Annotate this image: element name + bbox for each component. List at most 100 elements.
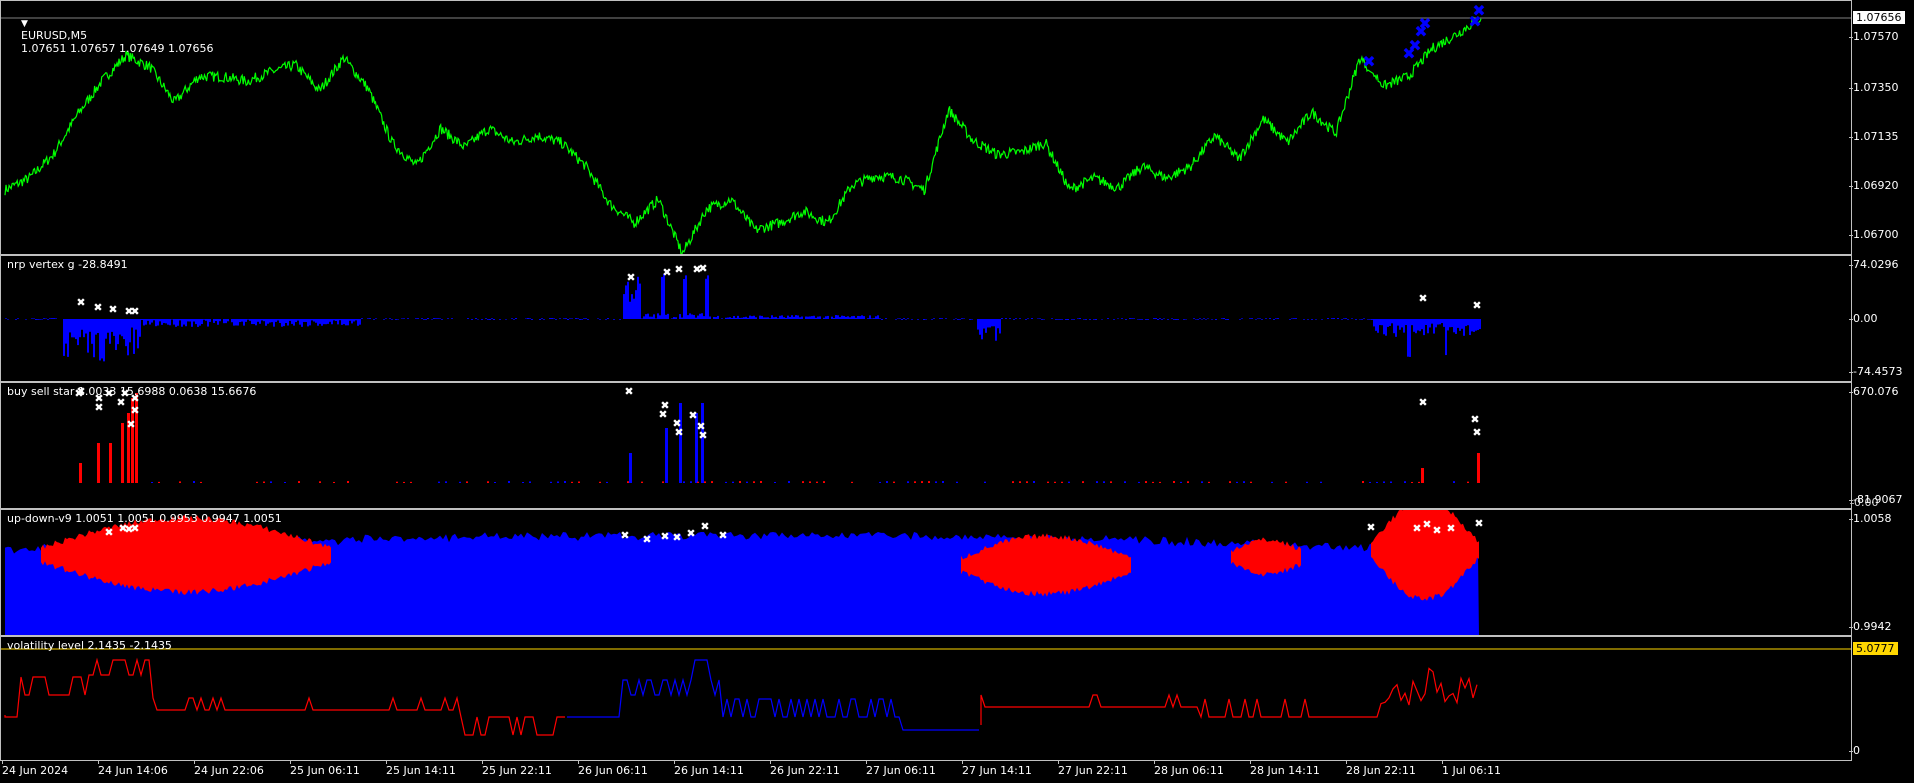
price-tick: 1.07570 [1849,30,1899,43]
histogram-bar [1413,319,1415,332]
small-bar [557,481,559,483]
histogram-bar [907,318,909,319]
histogram-bar [87,319,89,353]
histogram-bar [1381,319,1383,326]
histogram-bar [385,318,387,319]
histogram-bar [1255,319,1257,320]
white-cross-marker: ✖ [624,385,633,398]
histogram-bar [1373,319,1375,327]
white-cross-marker: ✖ [660,530,669,543]
buy-sell-star-histogram: ✖✖✖✖ ✖✖✖✖✖✖✖✖✖✖✖✖✖✖✖✖✖ [74,385,1482,483]
histogram-bar [713,316,715,319]
histogram-bar [243,319,245,326]
histogram-bar [35,319,37,320]
histogram-bar [993,319,995,327]
histogram-bar [361,318,363,319]
histogram-bar [725,317,727,319]
histogram-bar [717,315,719,319]
histogram-bar [763,317,765,319]
histogram-bar [37,319,39,320]
volatility-red-line [4,657,565,736]
histogram-bar [195,319,197,325]
white-cross-marker: ✖ [1472,299,1481,312]
histogram-bar [991,319,993,327]
histogram-bar [441,319,443,320]
small-bar [886,481,888,483]
histogram-bar [1389,319,1391,326]
histogram-bar [671,318,673,319]
histogram-bar [15,319,17,320]
histogram-bar [1379,319,1381,326]
up-down-v9-pane[interactable]: ✖ ✖ ✖ ✖ ✖ ✖ ✖ ✖ ✖ ✖ ✖ ✖ ✖ ✖ ✖ ✖ ✖ up-down-v9 1.0051 1.00… [0,509,1852,636]
main-chart-pane[interactable]: ✖ ✖ ✖ ✖ ✖ ✖ ✖ ▼ EURUSD,M5 1.07651 1.07657 1.07… [0,0,1852,255]
volatility-level-pane[interactable]: volatility level 2.1435 -2.1435 [0,636,1852,761]
histogram-bar [837,315,839,319]
histogram-bar [685,275,687,319]
histogram-bar [955,318,957,319]
histogram-bar [265,319,267,326]
histogram-bar [1457,319,1459,328]
histogram-bar [1421,319,1423,330]
small-bar [1033,481,1035,483]
small-bar [641,481,643,483]
histogram-bar [1037,318,1039,319]
histogram-bar [659,315,661,319]
small-bar [599,481,601,483]
histogram-bar [293,319,295,326]
nrp-vertex-pane[interactable]: ✖ ✖ ✖ ✖ ✖ ✖ ✖ ✖ ✖ ✖ ✖ ✖ nrp vertex g -28.8491 [0,255,1852,382]
volatility-red-line [980,667,1478,725]
histogram-bar [133,319,135,354]
histogram-bar [1207,318,1209,319]
histogram-bar [1013,319,1015,320]
histogram-bar [395,319,397,320]
histogram-bar [137,319,139,349]
histogram-bar [127,319,129,356]
histogram-bar [1435,319,1437,328]
histogram-bar [869,315,871,319]
signal-bar [701,403,704,483]
histogram-bar [743,317,745,319]
histogram-bar [1361,319,1363,320]
histogram-bar [1401,319,1403,328]
white-cross-marker: ✖ [718,529,727,542]
histogram-bar [1159,318,1161,319]
histogram-bar [1259,318,1261,319]
histogram-bar [945,318,947,319]
histogram-bar [577,318,579,319]
small-bar [893,481,895,483]
histogram-bar [755,317,757,319]
histogram-bar [1423,319,1425,336]
small-bar [193,481,195,483]
histogram-bar [201,319,203,325]
histogram-bar [39,319,41,320]
histogram-bar [1449,319,1451,328]
histogram-bar [157,319,159,326]
triangle-down-icon[interactable]: ▼ [21,19,28,29]
histogram-bar [825,316,827,319]
histogram-bar [1177,319,1179,320]
price-tick: 1.07135 [1849,130,1899,143]
histogram-bar [1363,318,1365,319]
histogram-bar [1201,319,1203,320]
small-bar [550,481,552,483]
histogram-bar [1085,319,1087,320]
time-axis[interactable]: 24 Jun 2024 24 Jun 14:06 24 Jun 22:06 25… [0,760,1914,783]
small-bar [1124,481,1126,483]
histogram-bar [135,319,137,330]
histogram-bar [665,314,667,319]
histogram-bar [581,319,583,320]
price-series-line [4,16,1482,254]
histogram-bar [1321,319,1323,320]
histogram-bar [633,298,635,319]
histogram-bar [339,319,341,321]
white-cross-marker: ✖ [672,531,681,544]
histogram-bar [1451,319,1453,328]
histogram-bar [899,318,901,319]
histogram-bar [1101,319,1103,320]
signal-bar [79,463,82,483]
histogram-bar [1089,319,1091,320]
histogram-bar [1073,319,1075,320]
small-bar [1306,481,1308,483]
buy-sell-star-pane[interactable]: ✖ ✖ ✖ ✖ ✖ ✖ ✖ ✖ ✖ ✖ ✖ ✖ ✖ ✖ ✖ ✖ ✖ ✖ ✖ ✖ ✖ buy sell star 1.00… [0,382,1852,509]
histogram-bar [1455,319,1457,334]
